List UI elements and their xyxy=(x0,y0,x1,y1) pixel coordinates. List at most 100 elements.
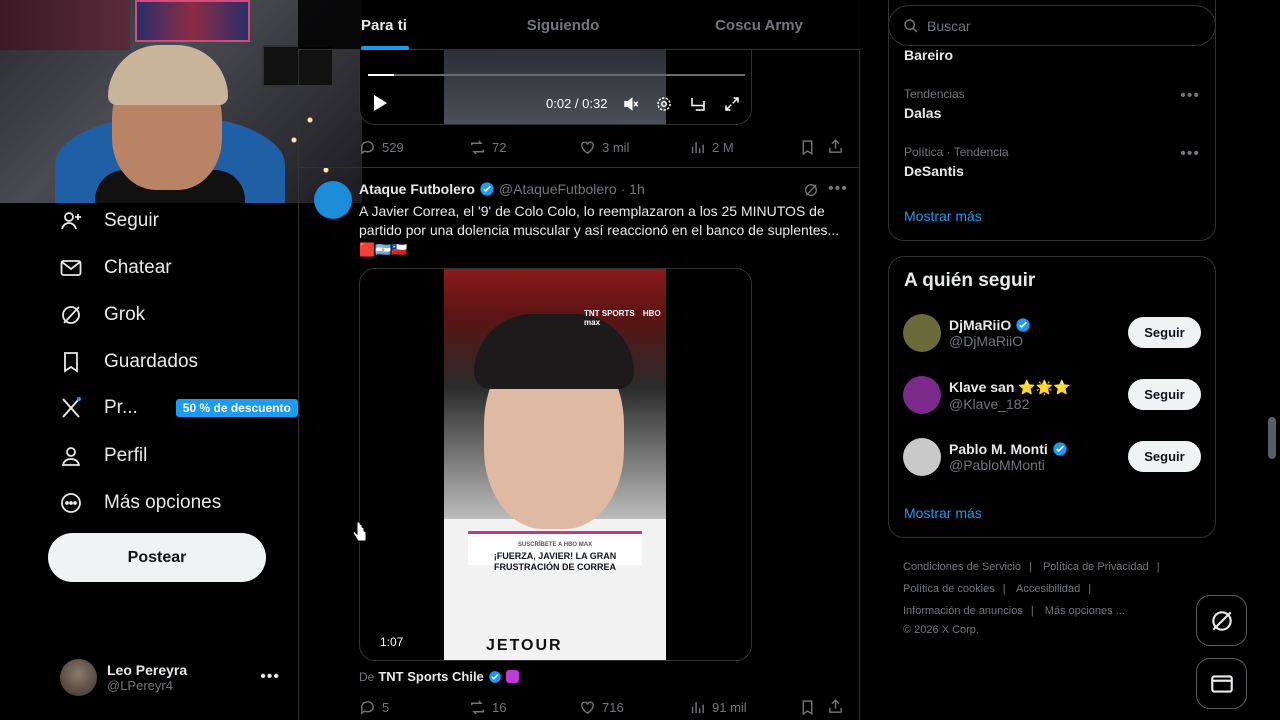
suggestion-name-text: Klave san xyxy=(949,379,1015,395)
trends-show-more-link[interactable]: Mostrar más xyxy=(904,208,982,224)
view-count: 91 mil xyxy=(712,700,747,715)
sidebar-item-mas-opciones[interactable]: Más opciones xyxy=(58,483,221,523)
verified-badge-icon xyxy=(1016,318,1030,332)
trend-item[interactable]: Política · Tendencia DeSantis ••• xyxy=(904,145,1200,179)
play-icon[interactable] xyxy=(372,94,388,112)
video-frame: TNT SPORTS HBO max SUSCRÍBETE A HBO MAX … xyxy=(444,269,666,660)
like-button[interactable]: 716 xyxy=(579,699,624,716)
more-horizontal-icon[interactable]: ••• xyxy=(260,668,280,686)
tweet-body: A Javier Correa, el '9' de Colo Colo, lo… xyxy=(359,203,840,238)
picture-in-picture-icon[interactable] xyxy=(689,95,707,113)
fullscreen-icon[interactable] xyxy=(723,95,741,113)
trend-item-bareiro[interactable]: Bareiro xyxy=(904,47,953,63)
account-handle: @LPereyr4 xyxy=(107,677,173,693)
copyright: © 2026 X Corp. xyxy=(903,624,979,636)
share-icon[interactable] xyxy=(827,698,844,715)
sidebar-item-premium[interactable]: Pr... 50 % de descuento xyxy=(58,388,298,428)
footer-link-terms[interactable]: Condiciones de Servicio xyxy=(903,561,1021,573)
like-button[interactable]: 3 mil xyxy=(579,139,629,156)
like-count: 3 mil xyxy=(602,140,630,155)
sidebar-item-seguir[interactable]: Seguir xyxy=(58,201,159,241)
person-add-icon xyxy=(58,208,84,234)
footer-link-cookies[interactable]: Política de cookies xyxy=(903,583,995,595)
avatar xyxy=(903,314,941,352)
tab-coscu-army[interactable]: Coscu Army xyxy=(658,0,860,50)
more-circle-icon xyxy=(58,490,84,516)
share-icon[interactable] xyxy=(827,138,844,155)
reply-button[interactable]: 529 xyxy=(359,139,404,156)
suggestion-emoji: ⭐🌟⭐ xyxy=(1018,378,1071,395)
discount-badge: 50 % de descuento xyxy=(175,399,298,417)
post-button[interactable]: Postear xyxy=(48,533,266,582)
follow-suggestion[interactable]: Pablo M. Monti @PabloMMonti Seguir xyxy=(903,435,1201,479)
sponsor-text: JETOUR xyxy=(486,637,563,654)
bookmark-icon[interactable] xyxy=(799,699,816,716)
sidebar-item-perfil[interactable]: Perfil xyxy=(58,436,147,476)
sidebar-item-label: Grok xyxy=(104,304,146,325)
more-horizontal-icon[interactable]: ••• xyxy=(1180,145,1200,163)
video-player[interactable]: 0:02 / 0:32 xyxy=(359,50,752,125)
follow-suggestion[interactable]: DjMaRiiO @DjMaRiiO Seguir xyxy=(903,311,1201,355)
tab-siguiendo[interactable]: Siguiendo xyxy=(468,0,658,50)
column-divider xyxy=(298,0,299,720)
reply-icon xyxy=(361,701,374,715)
more-horizontal-icon[interactable]: ••• xyxy=(828,180,848,198)
volume-mute-icon[interactable] xyxy=(622,95,640,113)
sidebar-item-label: Pr... xyxy=(104,397,138,418)
account-switcher[interactable]: Leo Pereyra @LPereyr4 ••• xyxy=(60,657,290,697)
video-lower-third: SUSCRÍBETE A HBO MAX ¡FUERZA, JAVIER! LA… xyxy=(468,531,642,572)
footer-link-privacy[interactable]: Política de Privacidad xyxy=(1043,561,1149,573)
author-handle[interactable]: @AtaqueFutbolero xyxy=(499,181,617,197)
page-scrollbar[interactable] xyxy=(1268,417,1276,459)
grok-icon[interactable] xyxy=(803,182,819,198)
trend-item[interactable]: Tendencias Dalas ••• xyxy=(904,87,1200,121)
footer-link-more[interactable]: Más opciones ... xyxy=(1045,605,1125,617)
reply-button[interactable]: 5 xyxy=(359,699,389,716)
video-player[interactable]: TNT SPORTS HBO max SUSCRÍBETE A HBO MAX … xyxy=(359,268,752,661)
avatar xyxy=(60,658,97,696)
reply-count: 529 xyxy=(382,140,404,155)
repost-button[interactable]: 72 xyxy=(469,139,506,156)
follow-suggestion[interactable]: Klave san ⭐🌟⭐ @Klave_182 Seguir xyxy=(903,373,1201,417)
sidebar-item-label: Perfil xyxy=(104,445,148,466)
overlay-subtitle: SUSCRÍBETE A HBO MAX xyxy=(517,542,593,548)
repost-button[interactable]: 16 xyxy=(469,699,506,716)
verified-badge-icon xyxy=(480,182,494,196)
follow-button[interactable]: Seguir xyxy=(1128,317,1201,348)
column-divider xyxy=(859,0,860,720)
attribution-name[interactable]: TNT Sports Chile xyxy=(378,669,483,684)
tab-para-ti[interactable]: Para ti xyxy=(298,0,468,50)
sidebar-item-guardados[interactable]: Guardados xyxy=(58,342,198,382)
like-count: 716 xyxy=(602,700,624,715)
grok-icon xyxy=(58,302,84,328)
messages-fab[interactable] xyxy=(1196,658,1247,709)
views-button[interactable]: 91 mil xyxy=(689,699,747,716)
footer-link-ads-info[interactable]: Información de anuncios xyxy=(903,605,1023,617)
follow-button[interactable]: Seguir xyxy=(1128,379,1201,410)
bookmark-icon[interactable] xyxy=(799,139,816,156)
avatar[interactable] xyxy=(314,181,352,219)
tweet-time[interactable]: · 1h xyxy=(621,181,645,197)
views-bar-icon xyxy=(691,141,704,154)
repost-icon xyxy=(471,140,484,155)
video-frame xyxy=(444,50,666,124)
video-progress-bar[interactable] xyxy=(368,74,745,76)
grok-fab[interactable] xyxy=(1196,595,1247,646)
repost-icon xyxy=(471,700,484,715)
video-attribution: De TNT Sports Chile xyxy=(359,669,519,684)
settings-gear-icon[interactable] xyxy=(655,95,673,113)
sidebar-item-chatear[interactable]: Chatear xyxy=(58,248,172,288)
footer-link-accessibility[interactable]: Accesibilidad xyxy=(1016,583,1080,595)
views-button[interactable]: 2 M xyxy=(689,139,734,156)
tnt-sports-logo: TNT SPORTS HBO max xyxy=(584,309,666,327)
more-horizontal-icon[interactable]: ••• xyxy=(1180,87,1200,105)
sidebar-item-grok[interactable]: Grok xyxy=(58,295,145,335)
suggestion-handle: @PabloMMonti xyxy=(949,457,1045,473)
reply-icon xyxy=(361,141,374,155)
timeline-tabs: Para ti Siguiendo Coscu Army xyxy=(298,0,860,50)
author-name[interactable]: Ataque Futbolero xyxy=(359,181,475,197)
trend-name: Dalas xyxy=(904,105,942,121)
verified-badge-icon xyxy=(488,670,501,683)
follow-button[interactable]: Seguir xyxy=(1128,441,1201,472)
follow-show-more-link[interactable]: Mostrar más xyxy=(904,505,982,521)
